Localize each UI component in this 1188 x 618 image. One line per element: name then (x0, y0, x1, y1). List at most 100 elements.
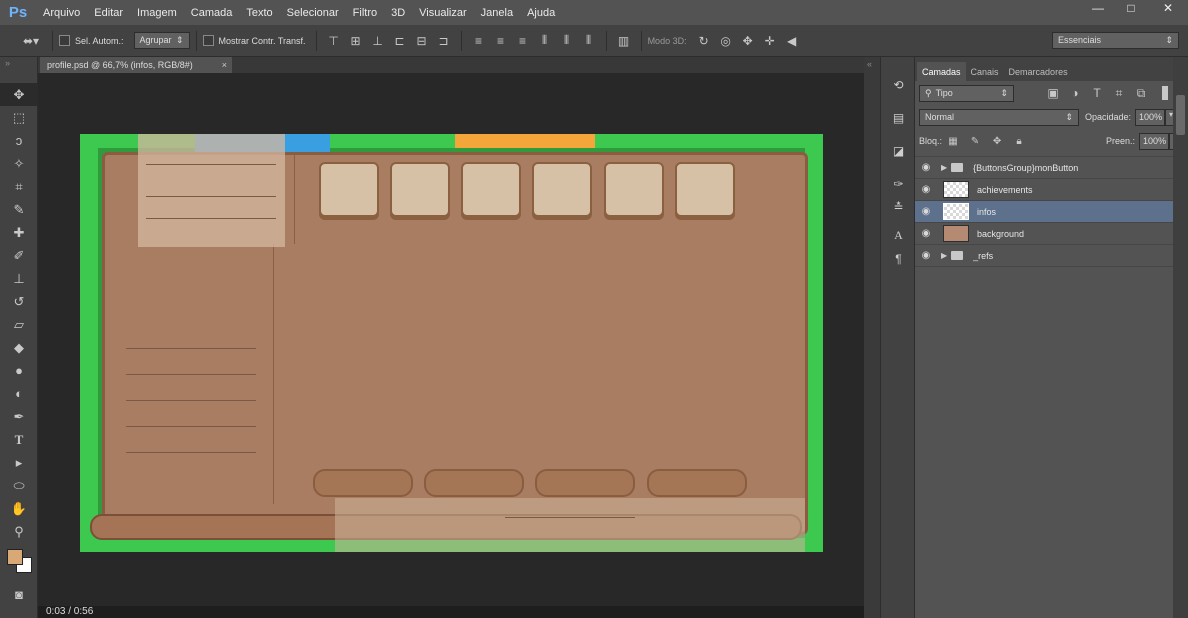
hand-tool-icon[interactable]: ✋ (0, 497, 38, 520)
adjustments-panel-icon[interactable]: ◪ (881, 139, 916, 162)
menu-visualizar[interactable]: Visualizar (412, 7, 474, 19)
tab-canais[interactable]: Canais (966, 62, 1004, 81)
maximize-button[interactable]: □ (1115, 0, 1147, 18)
align-right-icon[interactable]: ⊐ (435, 32, 453, 50)
visibility-eye-icon[interactable]: ◉ (915, 162, 937, 173)
menu-texto[interactable]: Texto (239, 7, 279, 19)
expand-triangle-icon[interactable]: ▶ (941, 163, 947, 172)
filter-dropdown[interactable]: ⚲ Tipo ⇕ (919, 84, 1014, 102)
properties-panel-icon[interactable]: ▤ (881, 106, 916, 129)
layer-row-achievements[interactable]: ◉ achievements (915, 179, 1173, 201)
rotate-3d-icon[interactable]: ↻ (695, 32, 713, 50)
minimize-button[interactable]: — (1082, 0, 1114, 18)
menu-3d[interactable]: 3D (384, 7, 412, 19)
scale-3d-icon[interactable]: ◀ (783, 32, 801, 50)
slide-3d-icon[interactable]: ✛ (761, 32, 779, 50)
filter-toggle[interactable] (1162, 86, 1168, 100)
tab-camadas[interactable]: Camadas (917, 62, 966, 81)
marquee-tool-icon[interactable]: ⬚ (0, 106, 38, 129)
filter-type-icon[interactable]: T (1088, 84, 1106, 102)
magic-wand-tool-icon[interactable]: ✧ (0, 152, 38, 175)
healing-brush-tool-icon[interactable]: ✚ (0, 221, 38, 244)
history-brush-tool-icon[interactable]: ↺ (0, 290, 38, 313)
distribute-vcenter-icon[interactable]: ≡ (492, 32, 510, 50)
menu-arquivo[interactable]: Arquivo (36, 7, 87, 19)
stamp-tool-icon[interactable]: ⊥ (0, 267, 38, 290)
align-top-icon[interactable]: ⊤ (325, 32, 343, 50)
filter-image-icon[interactable]: ▣ (1044, 84, 1062, 102)
layers-scrollbar[interactable] (1173, 57, 1188, 618)
lock-transparent-icon[interactable]: ▦ (944, 132, 962, 150)
paint-bucket-tool-icon[interactable]: ◆ (0, 336, 38, 359)
brush-panel-icon[interactable]: ✑ (881, 172, 916, 195)
auto-select-dropdown[interactable]: Agrupar ⇕ (133, 32, 190, 49)
menu-ajuda[interactable]: Ajuda (520, 7, 562, 19)
tab-demarcadores[interactable]: Demarcadores (1004, 62, 1073, 81)
roll-3d-icon[interactable]: ◎ (717, 32, 735, 50)
lock-pixels-icon[interactable]: ✎ (966, 132, 984, 150)
layer-row-background[interactable]: ◉ background (915, 223, 1173, 245)
layer-row-refs[interactable]: ◉ ▶ _refs (915, 245, 1173, 267)
align-bottom-icon[interactable]: ⊥ (369, 32, 387, 50)
eyedropper-tool-icon[interactable]: ✎ (0, 198, 38, 221)
menu-janela[interactable]: Janela (474, 7, 520, 19)
blend-mode-dropdown[interactable]: Normal ⇕ (919, 108, 1079, 126)
foreground-color-swatch[interactable] (7, 549, 23, 565)
document-canvas[interactable] (80, 134, 823, 552)
visibility-eye-icon[interactable]: ◉ (915, 184, 937, 195)
document-tab[interactable]: profile.psd @ 66,7% (infos, RGB/8#) × (40, 57, 232, 73)
move-tool-preset-icon[interactable]: ⬌▾ (18, 32, 44, 50)
visibility-eye-icon[interactable]: ◉ (915, 206, 937, 217)
filter-shape-icon[interactable]: ⌗ (1110, 84, 1128, 102)
dodge-tool-icon[interactable]: ◐ (0, 382, 38, 405)
show-transform-checkbox[interactable] (202, 35, 214, 46)
menu-filtro[interactable]: Filtro (346, 7, 384, 19)
history-panel-icon[interactable]: ⟲ (881, 73, 916, 96)
ellipse-tool-icon[interactable]: ⬭ (0, 474, 38, 497)
lasso-tool-icon[interactable]: ↄ (0, 129, 38, 152)
visibility-eye-icon[interactable]: ◉ (915, 228, 937, 239)
align-left-icon[interactable]: ⊏ (391, 32, 409, 50)
quick-mask-icon[interactable]: ◙ (0, 583, 38, 606)
opacity-field[interactable]: 100% (1135, 108, 1166, 126)
move-tool-icon[interactable]: ✥ (0, 83, 38, 106)
brush-tool-icon[interactable]: ✐ (0, 244, 38, 267)
eraser-tool-icon[interactable]: ▱ (0, 313, 38, 336)
expand-triangle-icon[interactable]: ▶ (941, 251, 947, 260)
brush-presets-icon[interactable]: ≛ (881, 195, 916, 218)
path-selection-tool-icon[interactable]: ▸ (0, 451, 38, 474)
fill-field[interactable]: 100% (1139, 132, 1170, 150)
workspace-dropdown[interactable]: Essenciais ⇕ (1052, 32, 1179, 49)
pen-tool-icon[interactable]: ✒ (0, 405, 38, 428)
drag-3d-icon[interactable]: ✥ (739, 32, 757, 50)
character-panel-icon[interactable]: A (881, 224, 916, 247)
layer-row-buttonsgroup[interactable]: ◉ ▶ {ButtonsGroup}monButton (915, 157, 1173, 179)
distribute-bottom-icon[interactable]: ≡ (514, 32, 532, 50)
blur-tool-icon[interactable]: ● (0, 359, 38, 382)
distribute-hcenter-icon[interactable]: ⦀ (558, 32, 576, 50)
menu-camada[interactable]: Camada (184, 7, 240, 19)
menu-selecionar[interactable]: Selecionar (280, 7, 346, 19)
auto-align-icon[interactable]: ▥ (615, 32, 633, 50)
filter-smart-object-icon[interactable]: ⧉ (1132, 84, 1150, 102)
scrollbar-thumb[interactable] (1176, 95, 1185, 135)
canvas-area[interactable] (38, 73, 864, 618)
distribute-right-icon[interactable]: ⦀ (580, 32, 598, 50)
align-vcenter-icon[interactable]: ⊞ (347, 32, 365, 50)
align-hcenter-icon[interactable]: ⊟ (413, 32, 431, 50)
close-tab-button[interactable]: × (222, 57, 227, 73)
layer-row-infos[interactable]: ◉ infos (915, 201, 1173, 223)
collapse-icon[interactable]: » (0, 57, 37, 83)
visibility-eye-icon[interactable]: ◉ (915, 250, 937, 261)
paragraph-panel-icon[interactable]: ¶ (881, 247, 916, 270)
type-tool-icon[interactable]: T (0, 428, 38, 451)
distribute-top-icon[interactable]: ≡ (470, 32, 488, 50)
lock-position-icon[interactable]: ✥ (988, 132, 1006, 150)
filter-adjustment-icon[interactable]: ◑ (1066, 84, 1084, 102)
zoom-tool-icon[interactable]: ⚲ (0, 520, 38, 543)
menu-editar[interactable]: Editar (87, 7, 130, 19)
lock-all-icon[interactable]: 🔒︎ (1010, 132, 1028, 150)
auto-select-checkbox[interactable] (59, 35, 70, 46)
close-window-button[interactable]: ✕ (1148, 0, 1188, 18)
expand-icon[interactable]: « (864, 57, 880, 71)
